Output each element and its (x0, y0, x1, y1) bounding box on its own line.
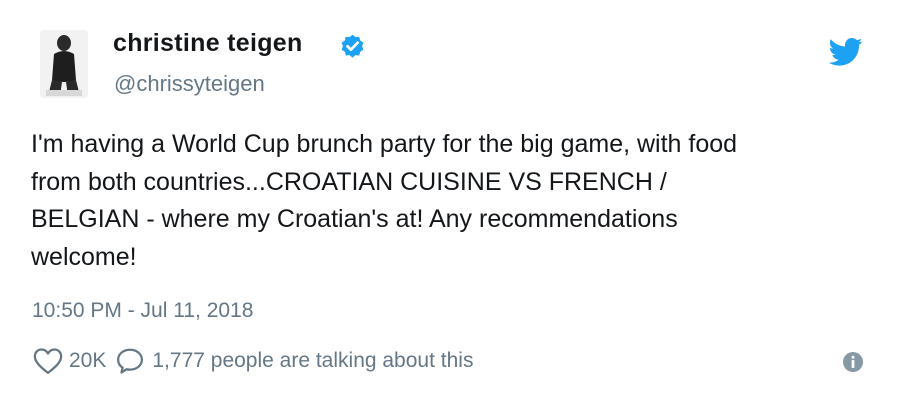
reply-button[interactable]: 1,777 people are talking about this (115, 347, 473, 375)
talking-count-text: 1,777 people are talking about this (152, 349, 474, 372)
speech-bubble-icon (117, 348, 144, 374)
tweet-card: christine teigen @chrissyteigen I'm havi… (0, 0, 900, 401)
tweet-text-line: welcome! (31, 242, 137, 271)
twitter-bird-icon[interactable] (829, 37, 863, 67)
like-count: 20K (69, 349, 107, 372)
tweet-text-line: I'm having a World Cup brunch party for … (31, 130, 738, 158)
tweet-actions: 20K 1,777 people are talking about this (33, 345, 473, 377)
tweet-timestamp[interactable]: 10:50 PM - Jul 11, 2018 (32, 299, 253, 323)
tweet-text-line: from both countries...CROATIAN CUISINE V… (31, 167, 667, 196)
like-button[interactable]: 20K (33, 347, 106, 375)
avatar[interactable] (40, 30, 88, 98)
tweet-text: I'm having a World Cup brunch party for … (31, 126, 881, 276)
user-handle[interactable]: @chrissyteigen (114, 71, 265, 97)
info-icon[interactable] (842, 351, 864, 373)
display-name[interactable]: christine teigen (113, 29, 303, 58)
verified-badge-icon (341, 34, 364, 58)
tweet-text-line: BELGIAN - where my Croatian's at! Any re… (31, 205, 678, 233)
avatar-image (40, 30, 88, 98)
heart-icon (33, 348, 63, 374)
